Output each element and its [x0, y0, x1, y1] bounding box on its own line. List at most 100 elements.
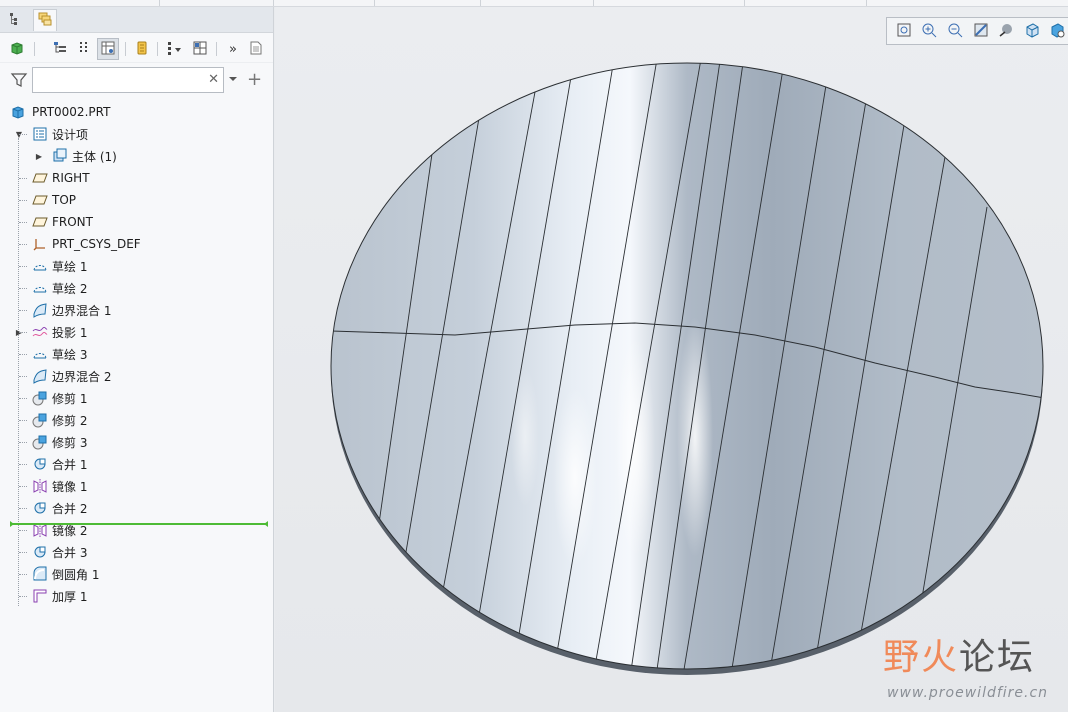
settings-icon: [134, 40, 150, 59]
feature-solid-button[interactable]: [6, 38, 28, 60]
add-icon[interactable]: +: [247, 69, 262, 90]
tree-item-label: RIGHT: [52, 171, 90, 185]
tree-item-label: 镜像 1: [52, 479, 88, 494]
tree-item-label: 修剪 2: [52, 413, 88, 428]
clear-icon[interactable]: ✕: [208, 72, 219, 87]
zoom-out-button[interactable]: [942, 19, 968, 43]
merge-icon: [32, 500, 48, 516]
boundary-blend-icon: [32, 302, 48, 318]
search-field: ✕: [32, 67, 224, 93]
tree-item[interactable]: FRONT: [0, 211, 272, 233]
tree-root-label: PRT0002.PRT: [32, 105, 111, 119]
graphics-window[interactable]: 野火论坛 www.proewildfire.cn: [275, 7, 1068, 712]
tree-item-label: FRONT: [52, 215, 93, 229]
tree-item[interactable]: 边界混合 2: [0, 365, 272, 387]
tree-root[interactable]: PRT0002.PRT: [0, 101, 272, 123]
tree-item[interactable]: ▶ 投影 1: [0, 321, 272, 343]
more-button[interactable]: »: [222, 38, 244, 60]
search-input[interactable]: [33, 68, 203, 92]
tree-item-label: 合并 2: [52, 501, 88, 516]
sketch-icon: [32, 346, 48, 362]
layers-tab-icon: [37, 11, 53, 30]
filter-icon[interactable]: [10, 71, 28, 92]
saved-orientations-button[interactable]: [1019, 19, 1045, 43]
tree-item-label: 边界混合 2: [52, 369, 112, 384]
zoom-in-button[interactable]: [917, 19, 943, 43]
tree-item[interactable]: 修剪 1: [0, 387, 272, 409]
tree-item[interactable]: 倒圆角 1: [0, 563, 272, 585]
tree-item-label: 草绘 3: [52, 347, 88, 362]
tree-item[interactable]: 草绘 2: [0, 277, 272, 299]
design-items-icon: [32, 126, 48, 142]
zoom-in-icon: [921, 22, 937, 41]
notes-button[interactable]: [245, 38, 267, 60]
tree-item[interactable]: 草绘 1: [0, 255, 272, 277]
tree-item[interactable]: 加厚 1: [0, 585, 272, 607]
tree-toolbar: »: [0, 33, 273, 63]
tree-item[interactable]: TOP: [0, 189, 272, 211]
trim-icon: [32, 412, 48, 428]
watermark-brand-part1: 野火: [883, 637, 960, 678]
tree-item-label: 合并 1: [52, 457, 88, 472]
trim-icon: [32, 434, 48, 450]
navigator-panel: » ✕ + PRT0002.PRT ▼ 设计项 ▶ 主体 (1) RIGHT TOP FRO…: [0, 7, 274, 712]
round-icon: [32, 566, 48, 582]
tree-item-label: 合并 3: [52, 545, 88, 560]
display-style-button[interactable]: [993, 19, 1019, 43]
tree-item[interactable]: 合并 1: [0, 453, 272, 475]
refit-icon: [896, 22, 912, 41]
forum-watermark: 野火论坛 www.proewildfire.cn: [883, 628, 1063, 708]
tree-item[interactable]: 草绘 3: [0, 343, 272, 365]
search-dropdown-icon[interactable]: [228, 73, 238, 87]
tree-item[interactable]: 合并 2: [0, 497, 272, 519]
tree-item[interactable]: RIGHT: [0, 167, 272, 189]
tree-options-button[interactable]: [164, 38, 186, 60]
boundary-blend-icon: [32, 368, 48, 384]
view-manager-icon: [1049, 22, 1065, 41]
watermark-brand-part2: 论坛: [959, 637, 1036, 678]
tree-item-label: 主体 (1): [72, 149, 117, 164]
mirror-icon: [32, 478, 48, 494]
tree-item[interactable]: PRT_CSYS_DEF: [0, 233, 272, 255]
watermark-url: www.proewildfire.cn: [887, 685, 1049, 701]
view-toolbar: [886, 17, 1068, 45]
model-tree-tab[interactable]: [4, 9, 28, 31]
zoom-out-icon: [947, 22, 963, 41]
expand-arrow-icon[interactable]: ▶: [34, 151, 44, 161]
tree-item-label: 倒圆角 1: [52, 567, 100, 582]
model-view[interactable]: [275, 7, 1068, 712]
notes-icon: [248, 40, 264, 59]
tree-item-label: 草绘 1: [52, 259, 88, 274]
merge-icon: [32, 544, 48, 560]
merge-icon: [32, 456, 48, 472]
tree-columns-button[interactable]: [49, 38, 71, 60]
tree-item[interactable]: 修剪 3: [0, 431, 272, 453]
datum-plane-icon: [32, 170, 48, 186]
sketch-icon: [32, 258, 48, 274]
settings-button[interactable]: [131, 38, 153, 60]
table-button[interactable]: [189, 38, 211, 60]
show-tree-button[interactable]: [97, 38, 119, 60]
table-icon: [192, 40, 208, 59]
tree-item-label: TOP: [52, 193, 77, 207]
tree-item[interactable]: 镜像 1: [0, 475, 272, 497]
show-tree-icon: [100, 40, 116, 59]
sketch-icon: [32, 280, 48, 296]
repaint-button[interactable]: [968, 19, 994, 43]
tree-item-label: 修剪 3: [52, 435, 88, 450]
layers-tab[interactable]: [33, 9, 57, 31]
projection-icon: [32, 324, 48, 340]
tree-filter-button[interactable]: [73, 38, 95, 60]
tree-item[interactable]: 合并 3: [0, 541, 272, 563]
insert-here-marker[interactable]: [10, 521, 268, 527]
filter-row: ✕ +: [0, 63, 273, 97]
tree-item[interactable]: 边界混合 1: [0, 299, 272, 321]
tree-item-label: 修剪 1: [52, 391, 88, 406]
tree-item-label: 草绘 2: [52, 281, 88, 296]
coordinate-system-icon: [32, 236, 48, 252]
tree-item[interactable]: ▶ 主体 (1): [0, 145, 272, 167]
tree-item[interactable]: 修剪 2: [0, 409, 272, 431]
view-manager-button[interactable]: [1044, 19, 1068, 43]
refit-button[interactable]: [891, 19, 917, 43]
tree-item[interactable]: ▼ 设计项: [0, 123, 272, 145]
